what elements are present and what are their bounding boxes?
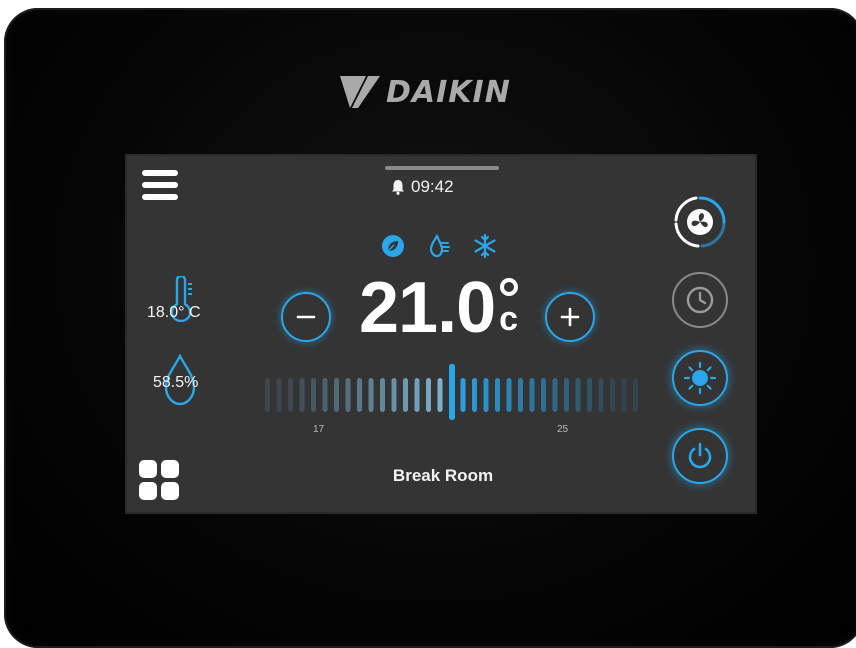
scale-setpoint-marker [449,364,455,420]
scale-tick [506,378,512,412]
temperature-scale-slider[interactable] [259,362,639,422]
setpoint-unit-letter: c [499,300,519,338]
room-name: Break Room [392,466,494,485]
room-humidity-value: 58.5% [153,374,199,391]
scale-tick [357,378,362,412]
scale-tick [621,378,627,412]
operation-mode-button[interactable] [672,350,728,406]
scale-tick [265,378,270,412]
apps-grid-button[interactable] [139,460,181,502]
scale-tick [345,378,351,412]
bell-icon [392,180,404,195]
setpoint-unit: c [499,278,518,336]
scale-tick [437,378,443,412]
pull-down-handle[interactable] [385,166,499,170]
minus-icon [296,315,316,319]
scale-min-label: 17 [313,424,325,435]
humidity-icon[interactable] [426,233,452,259]
scale-tick [276,378,282,412]
degree-symbol [499,278,518,296]
fan-icon [674,196,726,248]
room-temperature-sensor: 18.0° C [141,276,221,336]
scale-tick [311,378,316,412]
scale-tick [518,378,523,412]
scale-tick [288,378,293,412]
status-clock: 09:42 [391,177,454,197]
scale-tick [460,378,466,412]
hamburger-menu-icon [142,170,178,200]
thermostat-device: DAIKIN 09:42 18.0° C 58.5% 21.0 c 17 25 … [4,8,856,648]
scale-tick [403,378,408,412]
power-button[interactable] [672,428,728,484]
thermostat-screen: 09:42 18.0° C 58.5% 21.0 c 17 25 Break R… [125,154,757,514]
scale-tick [610,378,615,412]
clock-time: 09:42 [411,177,454,196]
fan-speed-button[interactable] [672,194,728,250]
decrease-temperature-button[interactable] [281,292,331,342]
scale-tick [414,378,420,412]
scale-tick [322,378,328,412]
scale-tick [575,378,581,412]
increase-temperature-button[interactable] [545,292,595,342]
setpoint-value: 21.0 [359,268,496,348]
scale-tick [552,378,558,412]
mode-indicators [380,233,498,259]
scale-tick [587,378,592,412]
eco-leaf-icon[interactable] [380,233,406,259]
brand-logo: DAIKIN [340,68,511,116]
sun-icon [683,361,717,395]
scale-tick [529,378,535,412]
scale-tick [426,378,431,412]
brand-name: DAIKIN [386,74,511,110]
scale-tick [564,378,569,412]
menu-button[interactable] [141,168,179,202]
room-temperature-value: 18.0° C [147,304,201,321]
scale-tick [598,378,604,412]
schedule-button[interactable] [672,272,728,328]
scale-tick [334,378,339,412]
grid-icon [139,460,179,500]
scale-tick [299,378,305,412]
plus-icon [560,307,580,327]
scale-tick [472,378,477,412]
scale-tick [483,378,489,412]
scale-tick [541,378,546,412]
scale-tick [380,378,385,412]
scale-tick [495,378,500,412]
scale-tick [633,378,638,412]
scale-max-label: 25 [557,424,569,435]
power-icon [688,442,712,469]
clock-icon [686,286,714,314]
snowflake-icon[interactable] [472,233,498,259]
setpoint-display: 21.0 c [359,268,518,348]
room-humidity-sensor: 58.5% [141,354,221,410]
scale-tick [368,378,374,412]
daikin-logo-icon [340,76,380,108]
scale-tick [391,378,397,412]
